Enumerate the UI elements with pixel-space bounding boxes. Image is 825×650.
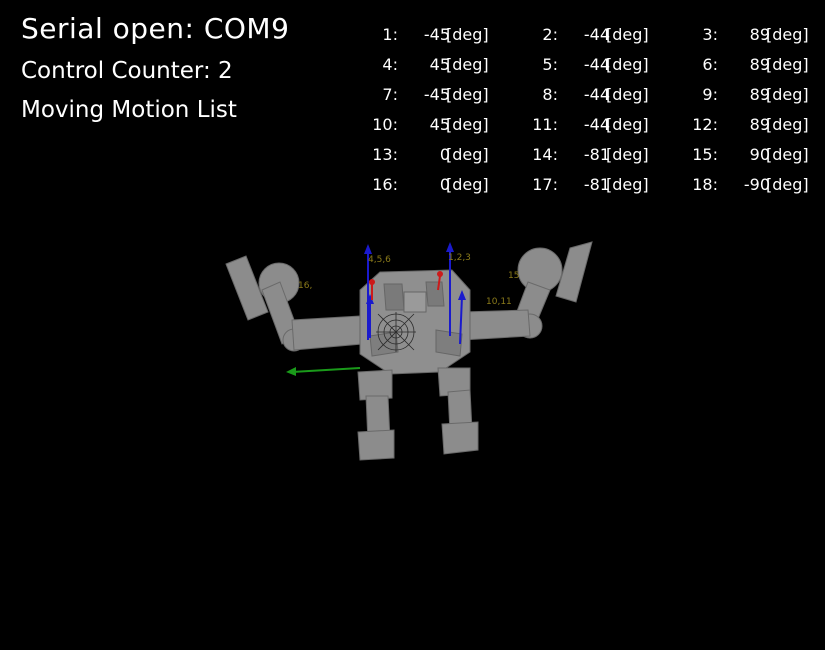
joint-label-123: 1,2,3 xyxy=(448,253,471,263)
legs xyxy=(357,367,479,461)
joint-label-15: 15 xyxy=(508,271,519,281)
left-arm xyxy=(225,255,363,352)
torso xyxy=(359,269,471,375)
web-emblem xyxy=(376,312,416,352)
joint-label-16: 16, xyxy=(298,281,312,291)
robot-3d-view[interactable]: 4,5,6 1,2,3 16, 15 10,11 xyxy=(0,0,825,650)
joint-label-1011: 10,11 xyxy=(486,297,512,307)
right-arm xyxy=(461,241,593,341)
joint-label-456: 4,5,6 xyxy=(368,255,391,265)
